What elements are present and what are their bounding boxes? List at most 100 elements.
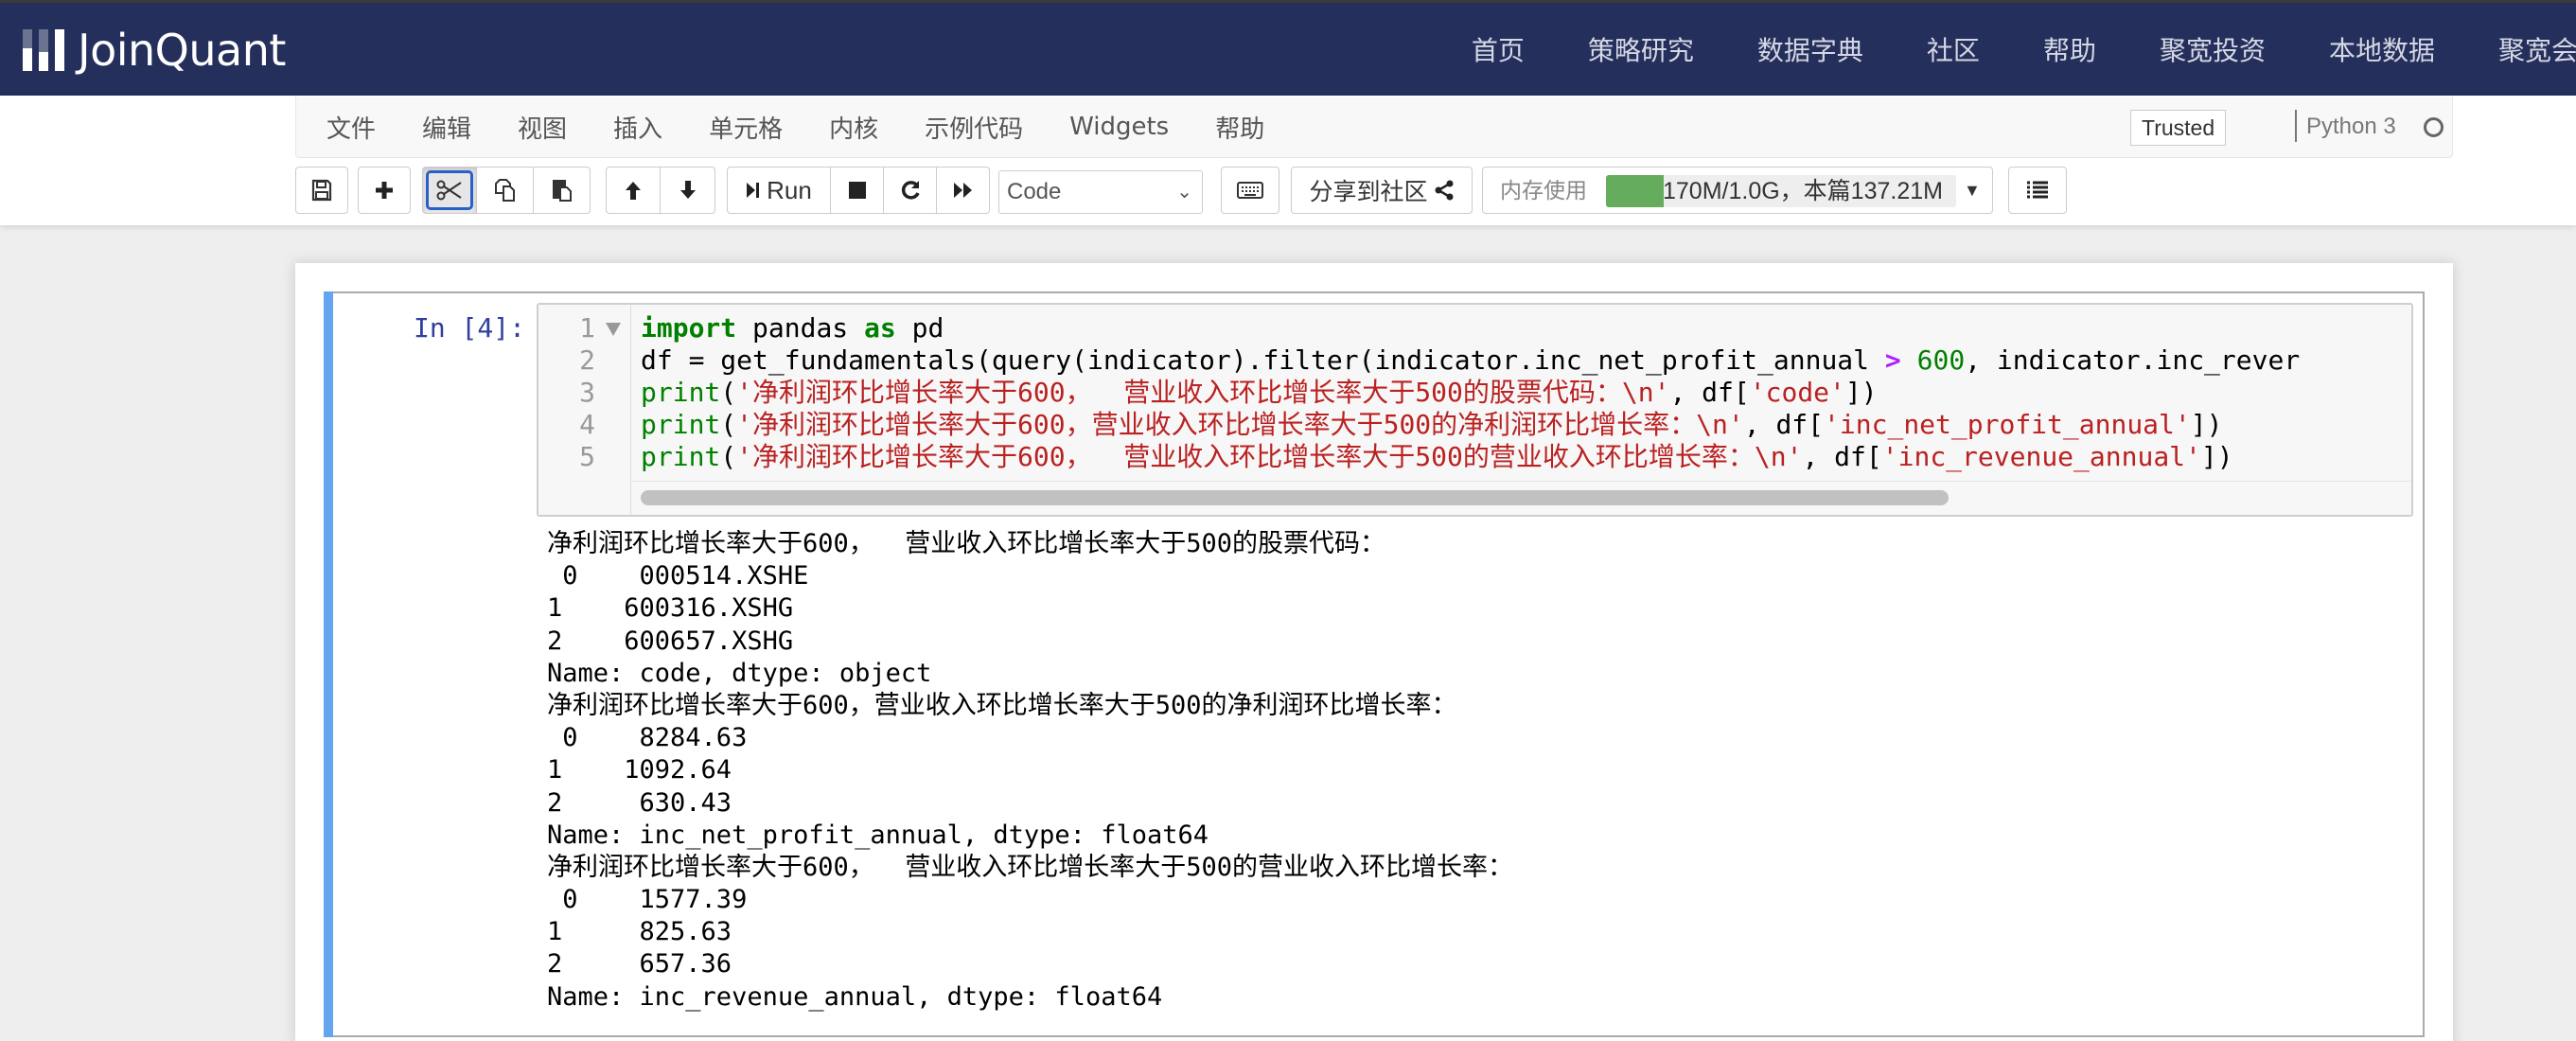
menu-view[interactable]: 视图	[518, 110, 567, 145]
restart-run-all-button[interactable]	[937, 167, 990, 214]
line-number: 3	[579, 377, 595, 408]
menubar: 文件 编辑 视图 插入 单元格 内核 示例代码 Widgets 帮助 Trust…	[295, 97, 2453, 158]
nav-home[interactable]: 首页	[1472, 30, 1525, 68]
fast-forward-icon	[953, 183, 972, 198]
output-line: 2 630.43	[547, 787, 732, 818]
code-token: import	[641, 312, 737, 344]
code-token: pandas	[736, 312, 865, 344]
keyboard-icon	[1237, 182, 1263, 199]
output-line: 2 657.36	[547, 949, 732, 979]
output-line: 净利润环比增长率大于600， 营业收入环比增长率大于500的股票代码：	[547, 529, 1386, 558]
nav-local-data[interactable]: 本地数据	[2329, 30, 2435, 68]
code-token: '净利润环比增长率大于600， 营业收入环比增长率大于500的营业收入环比增长率…	[736, 441, 1803, 472]
memory-label: 内存使用	[1500, 178, 1587, 203]
menu-example-code[interactable]: 示例代码	[925, 110, 1023, 145]
logo-bars-icon	[23, 29, 66, 71]
code-token: print	[641, 441, 721, 472]
line-number: 2	[579, 344, 595, 376]
stop-icon	[848, 182, 866, 199]
nav-community[interactable]: 社区	[1927, 30, 1980, 68]
brand-logo[interactable]: JoinQuant	[23, 25, 286, 76]
nav-help[interactable]: 帮助	[2043, 30, 2096, 68]
keyboard-shortcuts-button[interactable]	[1221, 167, 1279, 214]
code-token: '净利润环比增长率大于600，营业收入环比增长率大于500的净利润环比增长率：\…	[736, 409, 1744, 440]
cell-type-select[interactable]: Code ⌄	[998, 170, 1203, 214]
code-content[interactable]: import pandas as pd df = get_fundamentals…	[641, 312, 2300, 473]
memory-usage-dropdown[interactable]: 内存使用 170M/1.0G，本篇137.21M ▼	[1482, 167, 1993, 214]
nav-data-dictionary[interactable]: 数据字典	[1757, 30, 1863, 68]
redo-icon	[901, 181, 920, 200]
share-to-community-button[interactable]: 分享到社区	[1291, 167, 1473, 214]
code-token: '净利润环比增长率大于600， 营业收入环比增长率大于500的股票代码：\n'	[736, 377, 1670, 408]
output-line: 1 600316.XSHG	[547, 593, 794, 624]
trusted-indicator[interactable]: Trusted	[2130, 110, 2227, 146]
cut-button[interactable]	[422, 167, 477, 214]
output-line: 1 825.63	[547, 917, 732, 947]
site-header: JoinQuant 首页 策略研究 数据字典 社区 帮助 聚宽投资 本地数据 聚…	[0, 3, 2576, 96]
menu-cell[interactable]: 单元格	[709, 110, 783, 145]
code-line[interactable]: print('净利润环比增长率大于600，营业收入环比增长率大于500的净利润环…	[641, 409, 2300, 441]
code-token: print	[641, 377, 721, 408]
code-line[interactable]: import pandas as pd	[641, 312, 2300, 344]
scrollbar-thumb[interactable]	[641, 490, 1949, 505]
main-nav: 首页 策略研究 数据字典 社区 帮助 聚宽投资 本地数据 聚宽会员	[1472, 3, 2576, 96]
code-line[interactable]: print('净利润环比增长率大于600， 营业收入环比增长率大于500的营业收…	[641, 441, 2300, 473]
paste-button[interactable]	[534, 167, 591, 214]
code-token: , df[	[1669, 377, 1750, 408]
code-token: ])	[2190, 409, 2223, 440]
notebook-toolbar: Run Code ⌄ 分享到社区 内存使用 170M/1.0G，本篇137.21…	[295, 167, 2453, 216]
menu-widgets[interactable]: Widgets	[1069, 113, 1169, 141]
menu-file[interactable]: 文件	[326, 110, 376, 145]
memory-progress-fill	[1606, 175, 1665, 207]
code-line[interactable]: df = get_fundamentals(query(indicator).f…	[641, 344, 2300, 377]
menu-insert[interactable]: 插入	[613, 110, 662, 145]
line-number-gutter: 1 2 3 4 5	[538, 305, 631, 515]
selected-cell-indicator	[324, 291, 333, 1037]
kernel-divider	[2295, 110, 2297, 142]
menu-help[interactable]: 帮助	[1215, 110, 1264, 145]
run-button[interactable]: Run	[727, 167, 831, 214]
code-token: ])	[2200, 441, 2233, 472]
output-line: 0 000514.XSHE	[547, 561, 809, 591]
code-token: (	[720, 441, 737, 472]
save-button[interactable]	[295, 167, 348, 214]
share-icon	[1435, 180, 1453, 201]
line-number: 1	[579, 312, 595, 344]
copy-icon	[494, 179, 515, 202]
output-line: 净利润环比增长率大于600，营业收入环比增长率大于500的净利润环比增长率：	[547, 690, 1457, 720]
output-line: 0 1577.39	[547, 885, 748, 915]
memory-progress-bar: 170M/1.0G，本篇137.21M	[1606, 175, 1956, 207]
menu-edit[interactable]: 编辑	[422, 110, 471, 145]
copy-button[interactable]	[477, 167, 534, 214]
code-token: 600	[1916, 344, 1966, 376]
menu-kernel[interactable]: 内核	[829, 110, 878, 145]
brand-name: JoinQuant	[78, 25, 286, 76]
notebook-header: 文件 编辑 视图 插入 单元格 内核 示例代码 Widgets 帮助 Trust…	[0, 96, 2576, 225]
interrupt-button[interactable]	[831, 167, 884, 214]
output-line: Name: inc_revenue_annual, dtype: float64	[547, 981, 1163, 1012]
focus-ring	[426, 170, 473, 210]
move-up-button[interactable]	[606, 167, 661, 214]
code-editor[interactable]: 1 2 3 4 5 import pandas as pd df = get_fu…	[537, 303, 2413, 517]
nav-strategy-research[interactable]: 策略研究	[1588, 30, 1694, 68]
arrow-up-icon	[626, 182, 641, 200]
move-down-button[interactable]	[661, 167, 715, 214]
output-line: Name: inc_net_profit_annual, dtype: floa…	[547, 820, 1209, 850]
floppy-disk-icon	[311, 179, 332, 202]
kernel-idle-icon	[2424, 117, 2444, 137]
output-line: 净利润环比增长率大于600， 营业收入环比增长率大于500的营业收入环比增长率：	[547, 852, 1514, 882]
code-token: print	[641, 409, 721, 440]
code-line[interactable]: print('净利润环比增长率大于600， 营业收入环比增长率大于500的股票代…	[641, 377, 2300, 409]
restart-kernel-button[interactable]	[884, 167, 937, 214]
menu-list: 文件 编辑 视图 插入 单元格 内核 示例代码 Widgets 帮助	[326, 97, 1311, 157]
code-token: , df[	[1743, 409, 1825, 440]
line-number: 4	[579, 409, 595, 440]
nav-membership[interactable]: 聚宽会员	[2498, 30, 2576, 68]
list-icon	[2027, 181, 2048, 199]
nav-joinquant-invest[interactable]: 聚宽投资	[2160, 30, 2266, 68]
table-of-contents-button[interactable]	[2008, 167, 2067, 214]
insert-cell-button[interactable]	[358, 167, 411, 214]
kernel-name[interactable]: Python 3	[2306, 110, 2396, 144]
fold-toggle-icon[interactable]	[606, 323, 621, 336]
